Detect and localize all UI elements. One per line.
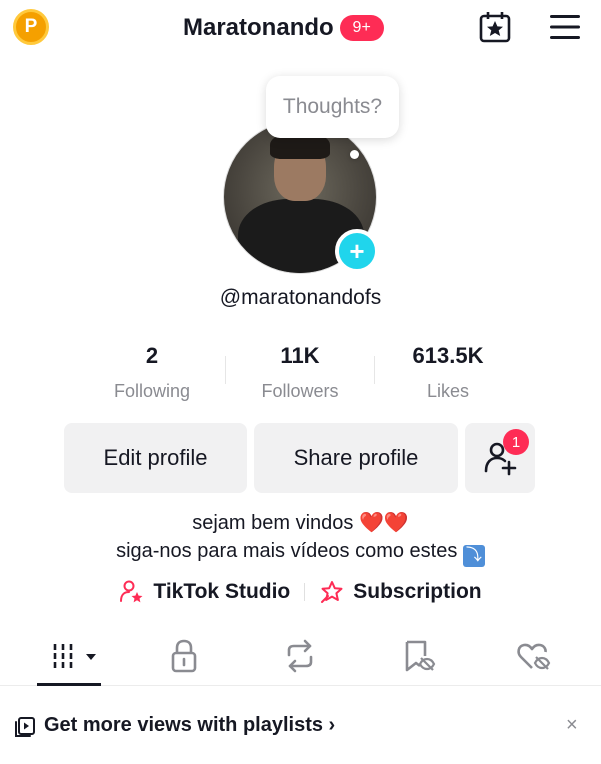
studio-person-star-icon: [120, 580, 143, 603]
repost-icon: [287, 639, 313, 673]
following-label: Following: [113, 381, 191, 401]
friend-request-badge: 1: [503, 429, 529, 455]
likes-count: 613.5K: [412, 343, 484, 368]
subscription-star-icon: [321, 581, 343, 603]
stat-followers[interactable]: 11K Followers: [225, 343, 375, 402]
bio-line-2-text: siga-nos para mais vídeos como estes: [116, 540, 463, 562]
account-title: Maratonando: [183, 14, 334, 41]
tiktok-studio-link[interactable]: TikTok Studio: [119, 579, 290, 605]
arrow-down-emoji: ⤵: [462, 545, 485, 567]
tab-videos[interactable]: [50, 636, 100, 676]
bio-line-1: sejam bem vindos ❤️❤️: [0, 510, 601, 535]
account-switcher[interactable]: Maratonando 9+: [183, 12, 384, 44]
chevron-right-icon: ›: [328, 714, 336, 736]
bio-line-2: siga-nos para mais vídeos como estes ⤵: [0, 540, 601, 567]
bio-line-1-text: sejam bem vindos: [192, 512, 359, 534]
playlist-banner-label: Get more views with playlists: [44, 714, 323, 736]
top-bar: P Maratonando 9+: [0, 0, 601, 56]
add-friends-button[interactable]: 1: [465, 423, 535, 493]
subscription-label: Subscription: [353, 580, 482, 603]
lock-icon: [171, 639, 197, 673]
followers-label: Followers: [261, 381, 339, 401]
coin-label: P: [24, 16, 38, 37]
calendar-star-icon[interactable]: [478, 10, 512, 44]
thoughts-text: Thoughts?: [282, 95, 383, 118]
thoughts-bubble[interactable]: Thoughts?: [266, 76, 399, 138]
hearts-emoji: ❤️❤️: [358, 512, 409, 534]
notification-badge: 9+: [339, 15, 384, 41]
videos-grid-icon: [53, 644, 96, 668]
hidden-bookmark-icon: [405, 640, 436, 672]
likes-label: Likes: [426, 381, 470, 401]
link-divider: [304, 583, 306, 601]
add-story-button[interactable]: +: [335, 229, 379, 273]
tiktok-studio-label: TikTok Studio: [153, 580, 291, 603]
share-profile-button[interactable]: Share profile: [254, 423, 458, 493]
bubble-tail-dot: [350, 150, 359, 159]
tab-favorites[interactable]: [398, 636, 438, 676]
profile-tabs: [0, 628, 601, 686]
hidden-heart-icon: [517, 643, 551, 670]
add-symbol: +: [349, 236, 365, 266]
stat-likes[interactable]: 613.5K Likes: [373, 343, 523, 402]
menu-icon[interactable]: [549, 12, 581, 42]
username: @maratonandofs: [219, 286, 382, 309]
close-icon[interactable]: ×: [566, 714, 578, 737]
tab-liked[interactable]: [513, 636, 553, 676]
edit-profile-button[interactable]: Edit profile: [64, 423, 247, 493]
subscription-link[interactable]: Subscription: [319, 579, 482, 605]
tab-reposts[interactable]: [280, 636, 320, 676]
playlist-icon: [15, 717, 35, 737]
active-tab-indicator: [37, 683, 101, 686]
playlist-banner[interactable]: Get more views with playlists › ×: [0, 700, 601, 752]
coins-icon[interactable]: P: [13, 9, 49, 45]
profile-links: TikTok Studio Subscription: [0, 576, 601, 608]
playlist-banner-text: Get more views with playlists ›: [44, 714, 335, 737]
stat-following[interactable]: 2 Following: [77, 343, 227, 402]
followers-count: 11K: [280, 343, 320, 368]
tab-private[interactable]: [164, 636, 204, 676]
following-count: 2: [145, 343, 159, 368]
